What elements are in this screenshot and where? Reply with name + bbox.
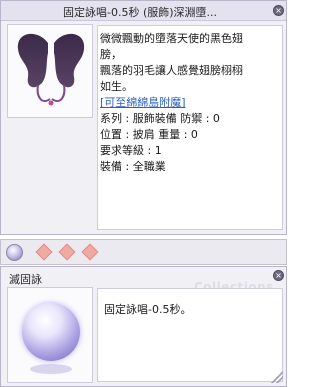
enchant-effect: 固定詠唱-0.5秒。 — [104, 303, 192, 316]
desc-line-4: 如生。 — [100, 80, 133, 93]
enchant-title: 滅固詠 — [9, 273, 42, 286]
item-title-bar[interactable]: 固定詠唱-0.5秒 (服飾)深淵墮... × — [1, 1, 286, 21]
close-icon[interactable]: × — [273, 270, 284, 281]
location-row: 位置 : 披肩 重量 : 0 — [100, 128, 198, 141]
pink-diamond-icon — [58, 243, 76, 261]
resize-handle-icon[interactable] — [271, 371, 283, 383]
pink-diamond-icon — [81, 243, 99, 261]
equip-row: 裝備 : 全職業 — [100, 160, 166, 173]
close-icon[interactable]: × — [273, 5, 284, 16]
desc-line-1: 微微飄動的墮落天使的黑色翅 — [100, 32, 243, 45]
desc-line-2: 膀， — [100, 48, 122, 61]
pink-diamond-icon — [35, 243, 53, 261]
enchant-link[interactable]: [可至綿綿島附魔] — [98, 94, 186, 110]
enchant-slot-strip — [0, 239, 287, 265]
desc-line-3: 飄落的羽毛讓人感覺翅膀栩栩 — [100, 64, 243, 77]
orb-base — [30, 364, 72, 374]
item-image — [7, 24, 93, 118]
type-row: 系列 : 服飾裝備 防禦 : 0 — [100, 112, 220, 125]
enchant-description-panel: 固定詠唱-0.5秒。 — [97, 288, 283, 382]
dark-angel-wings-icon — [17, 33, 85, 106]
item-title: 固定詠唱-0.5秒 (服飾)深淵墮... — [63, 6, 218, 19]
enchant-image — [7, 287, 93, 383]
enchant-orb-icon — [22, 303, 80, 361]
level-row: 要求等級 : 1 — [100, 144, 162, 157]
item-detail-window: 固定詠唱-0.5秒 (服飾)深淵墮... × 微微飄動的墮落天使的黑色翅 膀， … — [0, 0, 287, 235]
item-description-panel: 微微飄動的墮落天使的黑色翅 膀， 飄落的羽毛讓人感覺翅膀栩栩 如生。 [可至綿綿… — [97, 25, 283, 230]
enchant-detail-window: 滅固詠 × Collections 固定詠唱-0.5秒。 — [0, 266, 287, 387]
enchant-orb-icon[interactable] — [6, 244, 23, 261]
